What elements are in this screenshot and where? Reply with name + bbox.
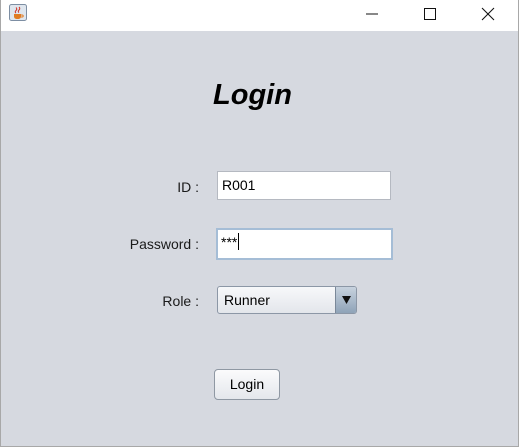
login-button[interactable]: Login <box>214 369 280 400</box>
close-icon <box>481 7 495 21</box>
role-label: Role : <box>162 293 199 309</box>
password-field-value: *** <box>221 234 238 250</box>
close-button[interactable] <box>459 0 517 28</box>
login-window: Login ID : R001 Password : *** Role : Ru… <box>0 0 519 447</box>
id-field-value: R001 <box>222 177 256 193</box>
id-field[interactable]: R001 <box>217 171 391 200</box>
role-select[interactable]: Runner <box>217 286 357 314</box>
id-label: ID : <box>177 179 199 195</box>
page-title: Login <box>213 79 292 111</box>
dropdown-arrow-icon[interactable] <box>335 287 356 313</box>
form-panel: Login ID : R001 Password : *** Role : Ru… <box>1 31 518 446</box>
text-caret <box>238 233 240 250</box>
maximize-button[interactable] <box>401 0 459 28</box>
title-bar[interactable] <box>1 0 518 31</box>
password-label: Password : <box>129 236 199 252</box>
maximize-icon <box>424 8 436 20</box>
minimize-icon <box>366 8 378 20</box>
java-coffee-icon <box>9 4 27 21</box>
minimize-button[interactable] <box>343 0 401 28</box>
password-field[interactable]: *** <box>216 228 393 260</box>
role-select-value: Runner <box>224 292 270 308</box>
